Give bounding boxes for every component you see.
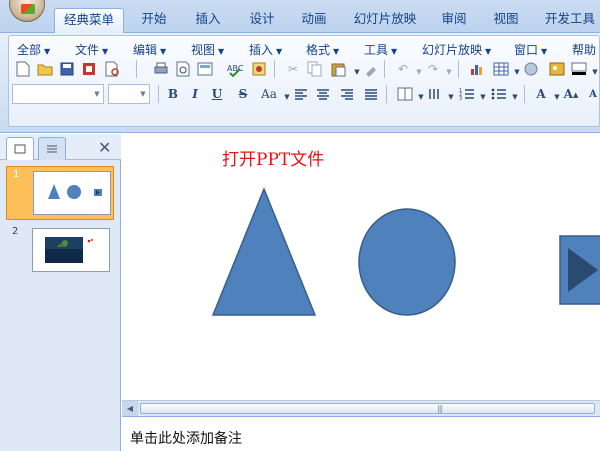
menu-help[interactable]: 帮助 [572, 41, 596, 57]
slide-thumbnail-image [33, 171, 111, 215]
menu-view[interactable]: 视图 ▼ [191, 41, 224, 57]
toolbar-divider [384, 60, 385, 78]
slide-canvas[interactable]: 打开PPT文件 [122, 134, 600, 400]
slide-thumbnail-2[interactable]: 2 [6, 224, 114, 278]
slide-number: 1 [13, 169, 20, 180]
svg-text:3: 3 [459, 96, 462, 101]
scrollbar-thumb[interactable]: ||| [140, 403, 595, 414]
tab-view[interactable]: 视图 [486, 8, 526, 33]
font-name-combo[interactable]: ▼ [12, 84, 104, 104]
tab-home[interactable]: 开始 [132, 8, 176, 33]
justify-icon[interactable] [362, 85, 380, 103]
svg-text:ABC: ABC [227, 64, 244, 73]
slide-thumbnail-1[interactable]: 1 [6, 166, 114, 220]
font-size-combo[interactable]: ▼ [108, 84, 150, 104]
slide-layout-icon[interactable] [196, 60, 214, 78]
tab-slideshow[interactable]: 幻灯片放映 [348, 8, 422, 33]
outline-tab-icon [47, 145, 57, 153]
slide-thumbnail-image [32, 228, 110, 272]
open-folder-icon[interactable] [36, 60, 54, 78]
grow-font-icon[interactable]: A ▲ [562, 85, 580, 103]
horizontal-scrollbar[interactable]: ◀ ||| [122, 400, 600, 416]
italic-button[interactable]: I [188, 85, 202, 104]
tab-slides[interactable] [6, 137, 34, 160]
menu-tools[interactable]: 工具 ▼ [364, 41, 397, 57]
menu-slideshow[interactable]: 幻灯片放映 ▼ [422, 41, 491, 57]
toolbar-divider [136, 60, 137, 78]
paste-icon[interactable] [330, 60, 348, 78]
chevron-down-icon: ▼ [140, 90, 146, 98]
preview-icon[interactable] [174, 60, 192, 78]
new-document-icon[interactable] [14, 60, 32, 78]
ribbon-panel: 全部 ▼ 文件 ▼ 编辑 ▼ 视图 ▼ 插入 ▼ 格式 ▼ 工具 ▼ 幻灯片放映 ▼ 窗口 ▼ 帮… [8, 35, 600, 127]
shrink-font-icon[interactable]: A [584, 85, 600, 103]
redo-dropdown-icon[interactable]: ▼ [440, 63, 458, 81]
office-button[interactable] [9, 0, 45, 22]
fill-color-dropdown-icon[interactable]: ▼ [586, 63, 600, 81]
chevron-down-icon: ▼ [94, 90, 100, 98]
research-icon[interactable] [250, 60, 268, 78]
cut-icon[interactable]: ✂ [284, 60, 302, 78]
change-case-button[interactable]: Aa [258, 85, 280, 104]
scroll-left-icon[interactable]: ◀ [122, 401, 138, 416]
insert-chart-icon[interactable] [468, 60, 486, 78]
ribbon-tab-bar: 经典菜单 开始 插入 设计 动画 幻灯片放映 审阅 视图 开发工具 [0, 0, 600, 33]
panel-tabs: ✕ [0, 134, 121, 160]
clipart-icon[interactable] [522, 60, 540, 78]
tab-insert[interactable]: 插入 [186, 8, 230, 33]
print-preview-icon[interactable] [104, 60, 122, 78]
menu-insert[interactable]: 插入 ▼ [249, 41, 282, 57]
tab-outline[interactable] [38, 137, 66, 160]
bold-button[interactable]: B [166, 85, 180, 104]
print-icon[interactable] [152, 60, 170, 78]
align-right-icon[interactable] [338, 85, 356, 103]
tab-review[interactable]: 审阅 [434, 8, 474, 33]
align-left-icon[interactable] [292, 85, 310, 103]
action-button-shape[interactable] [558, 234, 600, 306]
toolbar-divider [158, 85, 159, 103]
menu-edit[interactable]: 编辑 ▼ [133, 41, 166, 57]
menu-file[interactable]: 文件 ▼ [75, 41, 108, 57]
toolbar-divider [458, 60, 459, 78]
spelling-icon[interactable]: ABC [226, 60, 244, 78]
tab-animation[interactable]: 动画 [292, 8, 336, 33]
close-icon[interactable]: ✕ [98, 138, 111, 157]
ribbon: 全部 ▼ 文件 ▼ 编辑 ▼ 视图 ▼ 插入 ▼ 格式 ▼ 工具 ▼ 幻灯片放映 ▼ 窗口 ▼ 帮… [0, 33, 600, 133]
bullets-dropdown-icon[interactable]: ▼ [506, 88, 524, 106]
circle-shape[interactable] [356, 206, 458, 318]
insert-picture-icon[interactable] [548, 60, 566, 78]
office-logo-icon [21, 4, 35, 14]
slide-title[interactable]: 打开PPT文件 [222, 145, 324, 170]
toolbar-divider [274, 60, 275, 78]
tab-classic-menu[interactable]: 经典菜单 [54, 8, 124, 33]
menu-format[interactable]: 格式 ▼ [306, 41, 339, 57]
menu-all[interactable]: 全部 ▼ [17, 41, 50, 57]
menu-window[interactable]: 窗口 ▼ [514, 41, 547, 57]
scroll-grip-icon: ||| [437, 404, 443, 413]
underline-button[interactable]: U [210, 85, 224, 104]
tab-developer[interactable]: 开发工具 [540, 8, 600, 33]
toolbar-divider [524, 85, 525, 103]
permission-icon[interactable] [80, 60, 98, 78]
triangle-shape[interactable] [210, 186, 318, 318]
align-center-icon[interactable] [314, 85, 332, 103]
format-painter-icon[interactable] [362, 60, 380, 78]
copy-icon[interactable] [306, 60, 324, 78]
tab-design[interactable]: 设计 [240, 8, 284, 33]
slide-number: 2 [12, 226, 19, 237]
save-icon[interactable] [58, 60, 76, 78]
toolbar-divider [386, 85, 387, 103]
slides-tab-icon [14, 144, 26, 154]
slides-panel: ✕ 1 2 [0, 134, 121, 451]
notes-placeholder[interactable]: 单击此处添加备注 [130, 428, 242, 448]
shadow-button[interactable]: S [236, 85, 250, 104]
notes-pane[interactable]: 单击此处添加备注 [122, 416, 600, 451]
